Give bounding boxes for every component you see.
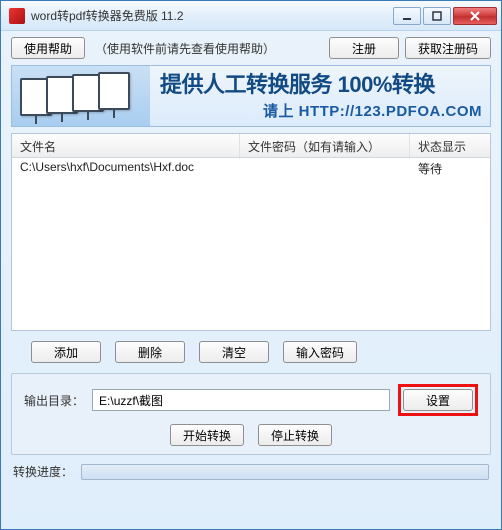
list-header: 文件名 文件密码（如有请输入） 状态显示: [12, 134, 490, 158]
progress-row: 转换进度：: [11, 461, 491, 482]
promo-banner: 提供人工转换服务 100%转换 请上 HTTP://123.PDFOA.COM: [11, 65, 491, 127]
banner-headline: 提供人工转换服务 100%转换: [160, 73, 482, 97]
top-toolbar: 使用帮助 （使用软件前请先查看使用帮助） 注册 获取注册码: [11, 37, 491, 59]
maximize-button[interactable]: [423, 7, 451, 25]
progress-label: 转换进度：: [13, 463, 73, 480]
output-label: 输出目录：: [24, 392, 84, 409]
banner-graphic: [12, 66, 150, 126]
banner-text: 提供人工转换服务 100%转换 请上 HTTP://123.PDFOA.COM: [150, 66, 490, 126]
titlebar: word转pdf转换器免费版 11.2: [1, 1, 501, 31]
cell-password: [240, 158, 410, 178]
col-status[interactable]: 状态显示: [410, 134, 490, 159]
close-icon: [469, 11, 481, 21]
window-controls: [393, 7, 497, 25]
settings-highlight: 设置: [398, 384, 478, 416]
add-button[interactable]: 添加: [31, 341, 101, 363]
table-row[interactable]: C:\Users\hxf\Documents\Hxf.doc 等待: [12, 158, 490, 178]
col-file[interactable]: 文件名: [12, 134, 240, 159]
progress-bar: [81, 464, 489, 480]
convert-row: 开始转换 停止转换: [24, 424, 478, 446]
list-body: C:\Users\hxf\Documents\Hxf.doc 等待: [12, 158, 490, 330]
stop-convert-button[interactable]: 停止转换: [258, 424, 332, 446]
window-title: word转pdf转换器免费版 11.2: [31, 7, 393, 24]
output-path-input[interactable]: [92, 389, 390, 411]
cell-file: C:\Users\hxf\Documents\Hxf.doc: [12, 158, 240, 178]
cell-status: 等待: [410, 158, 490, 178]
minimize-button[interactable]: [393, 7, 421, 25]
app-window: word转pdf转换器免费版 11.2 使用帮助 （使用软件前请先查看使用帮助）…: [0, 0, 502, 530]
app-icon: [9, 8, 25, 24]
file-action-row: 添加 删除 清空 输入密码: [11, 337, 491, 367]
col-password[interactable]: 文件密码（如有请输入）: [240, 134, 410, 159]
clear-button[interactable]: 清空: [199, 341, 269, 363]
register-button[interactable]: 注册: [329, 37, 399, 59]
help-button[interactable]: 使用帮助: [11, 37, 85, 59]
settings-button[interactable]: 设置: [403, 389, 473, 411]
delete-button[interactable]: 删除: [115, 341, 185, 363]
output-group: 输出目录： 设置 开始转换 停止转换: [11, 373, 491, 455]
start-convert-button[interactable]: 开始转换: [170, 424, 244, 446]
output-row: 输出目录： 设置: [24, 384, 478, 416]
close-button[interactable]: [453, 7, 497, 25]
banner-subline: 请上 HTTP://123.PDFOA.COM: [160, 100, 482, 121]
get-code-button[interactable]: 获取注册码: [405, 37, 491, 59]
file-list: 文件名 文件密码（如有请输入） 状态显示 C:\Users\hxf\Docume…: [11, 133, 491, 331]
maximize-icon: [432, 11, 442, 21]
input-password-button[interactable]: 输入密码: [283, 341, 357, 363]
usage-hint: （使用软件前请先查看使用帮助）: [95, 40, 275, 57]
minimize-icon: [402, 11, 412, 21]
client-area: 使用帮助 （使用软件前请先查看使用帮助） 注册 获取注册码 提供人工转换服务 1…: [1, 31, 501, 529]
